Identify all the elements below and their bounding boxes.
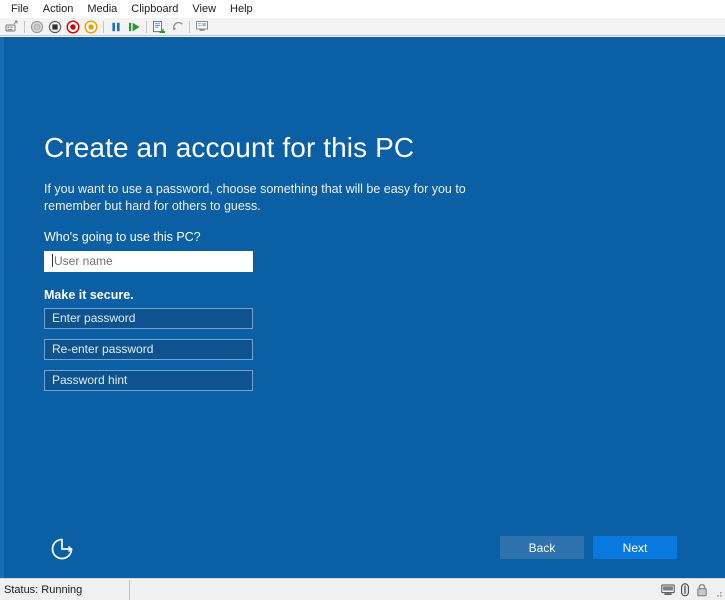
password-placeholder: Enter password [52,311,136,325]
lock-indicator[interactable] [695,582,709,598]
password-input[interactable]: Enter password [44,308,253,329]
toolbar-separator [146,20,147,33]
vm-connection-window: File Action Media Clipboard View Help Cr… [0,0,725,600]
menu-item-file[interactable]: File [4,1,36,18]
display-icon [661,584,675,595]
shut-down-icon [48,20,62,33]
page-description: If you want to use a password, choose so… [44,182,466,213]
lock-icon [697,583,707,597]
enhanced-session-button[interactable] [193,19,211,35]
checkpoint-icon [153,20,165,33]
back-button[interactable]: Back [500,536,584,559]
turn-off-icon [30,20,44,33]
password-confirm-input[interactable]: Re-enter password [44,339,253,360]
password-confirm-placeholder: Re-enter password [52,342,154,356]
menu-item-help[interactable]: Help [223,1,260,18]
revert-icon [84,19,98,34]
enhanced-session-icon [196,21,208,31]
status-pane: Status: Running [0,580,130,600]
screen-left-edge [0,37,4,578]
usb-device-icon [681,583,689,597]
ctrl-alt-del-icon [5,20,18,32]
status-text: Status: Running [4,584,83,596]
save-state-icon [66,19,80,34]
shut-down-button[interactable] [46,19,64,35]
password-hint-placeholder: Password hint [52,373,128,387]
toolbar-separator [189,20,190,33]
pause-icon [112,22,120,31]
resize-grip[interactable] [713,588,723,598]
username-label: Who's going to use this PC? [44,230,201,244]
next-button[interactable]: Next [593,536,677,559]
toolbar [0,18,725,36]
menu-item-media[interactable]: Media [80,1,124,18]
menu-item-action[interactable]: Action [36,1,81,18]
page-title: Create an account for this PC [44,132,415,163]
usb-device-indicator[interactable] [678,582,692,598]
revert-arrow-icon [172,21,183,31]
revert-button[interactable] [82,19,100,35]
status-bar: Status: Running [0,578,725,600]
menu-item-clipboard[interactable]: Clipboard [124,1,185,18]
turn-off-button[interactable] [28,19,46,35]
ease-of-access-icon [51,538,73,560]
ease-of-access-button[interactable] [46,533,78,565]
pause-button[interactable] [107,19,125,35]
start-icon [128,22,140,31]
make-it-secure-label: Make it secure. [44,288,134,302]
username-placeholder: User name [54,254,113,268]
toolbar-separator [24,20,25,33]
text-caret [52,254,53,267]
status-icon-group [661,582,709,598]
toolbar-separator [103,20,104,33]
revert-arrow-button[interactable] [168,19,186,35]
username-input[interactable]: User name [44,251,253,272]
menu-bar: File Action Media Clipboard View Help [0,0,725,18]
checkpoint-button[interactable] [150,19,168,35]
display-indicator[interactable] [661,582,675,598]
save-state-button[interactable] [64,19,82,35]
start-button[interactable] [125,19,143,35]
vm-screen[interactable]: Create an account for this PC If you wan… [0,37,725,578]
password-hint-input[interactable]: Password hint [44,370,253,391]
ctrl-alt-del-button[interactable] [3,19,21,35]
menu-item-view[interactable]: View [185,1,223,18]
